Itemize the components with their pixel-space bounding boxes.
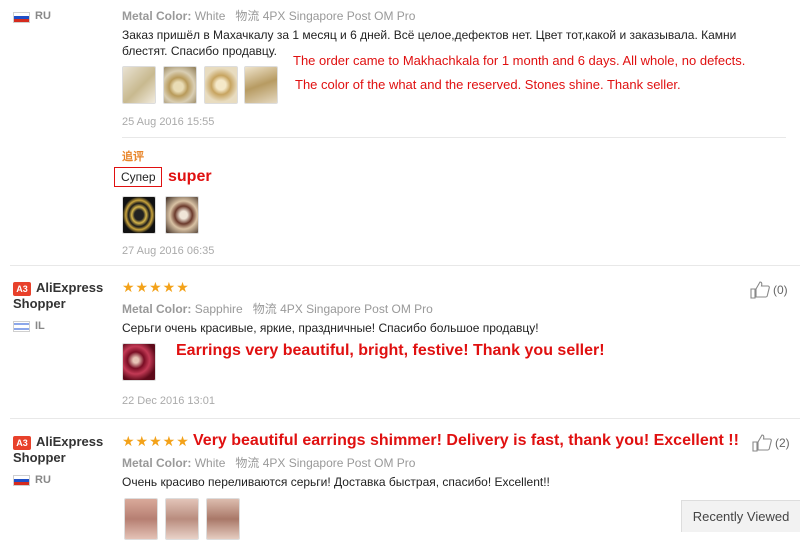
rating-stars: ★★★★★ [122, 433, 190, 449]
country-flag-icon [13, 12, 30, 23]
review-date: 25 Aug 2016 15:55 [122, 116, 215, 128]
followup-text: Супер [121, 170, 156, 184]
review-photo[interactable] [165, 498, 199, 540]
metal-color-label: Metal Color: [122, 302, 192, 316]
review-photo[interactable] [122, 343, 156, 381]
country-flag-icon [13, 321, 30, 332]
review-meta: Metal Color: Sapphire 物流 4PX Singapore P… [122, 300, 433, 317]
metal-color-value: Sapphire [194, 302, 243, 316]
review-photo[interactable] [163, 66, 197, 104]
review-feedback: Очень красиво переливаются серьги! Доста… [122, 475, 550, 489]
followup-annotation: super [168, 168, 212, 185]
helpful-count: (2) [775, 436, 790, 450]
followup-label: 追评 [122, 151, 144, 163]
helpful-button[interactable]: (0) [750, 281, 788, 299]
rating-stars: ★★★★★ [122, 279, 190, 295]
shipping-method: 物流 4PX Singapore Post OM Pro [235, 456, 416, 470]
reviewer-country: RU [35, 10, 51, 22]
metal-color-label: Metal Color: [122, 9, 192, 23]
thumbs-up-icon [750, 281, 770, 299]
review-photo[interactable] [124, 498, 158, 540]
country-flag-icon [13, 475, 30, 486]
review-divider [10, 265, 800, 266]
translation-annotation: The color of the what and the reserved. … [295, 77, 681, 92]
followup-date: 27 Aug 2016 06:35 [122, 245, 215, 257]
helpful-button[interactable]: (2) [752, 434, 790, 452]
followup-photo[interactable] [165, 196, 199, 234]
followup-photo[interactable] [122, 196, 156, 234]
recently-viewed-tab[interactable]: Recently Viewed [681, 500, 800, 532]
review-photo[interactable] [206, 498, 240, 540]
review-meta: Metal Color: White 物流 4PX Singapore Post… [122, 7, 415, 24]
review-meta: Metal Color: White 物流 4PX Singapore Post… [122, 454, 415, 471]
translation-annotation: Very beautiful earrings shimmer! Deliver… [193, 432, 739, 449]
review-photo[interactable] [122, 66, 156, 104]
translation-annotation: The order came to Makhachkala for 1 mont… [293, 53, 746, 68]
metal-color-label: Metal Color: [122, 456, 192, 470]
review-photo[interactable] [204, 66, 238, 104]
reviewer-country: RU [35, 474, 51, 486]
reviewer-name: AliExpress Shopper [13, 280, 104, 311]
followup-text-box: Супер [114, 167, 162, 187]
reviewer-country: IL [35, 320, 45, 332]
thumbs-up-icon [752, 434, 772, 452]
shipping-method: 物流 4PX Singapore Post OM Pro [252, 302, 433, 316]
helpful-count: (0) [773, 283, 788, 297]
review-divider [10, 418, 800, 419]
metal-color-value: White [194, 9, 226, 23]
shipping-method: 物流 4PX Singapore Post OM Pro [235, 9, 416, 23]
review-photo[interactable] [244, 66, 278, 104]
metal-color-value: White [194, 456, 226, 470]
review-feedback: Серьги очень красивые, яркие, праздничны… [122, 321, 539, 335]
translation-annotation: Earrings very beautiful, bright, festive… [176, 342, 605, 359]
review-date: 22 Dec 2016 13:01 [122, 395, 215, 407]
followup-divider [122, 137, 786, 138]
reviewer-name: AliExpress Shopper [13, 434, 104, 465]
